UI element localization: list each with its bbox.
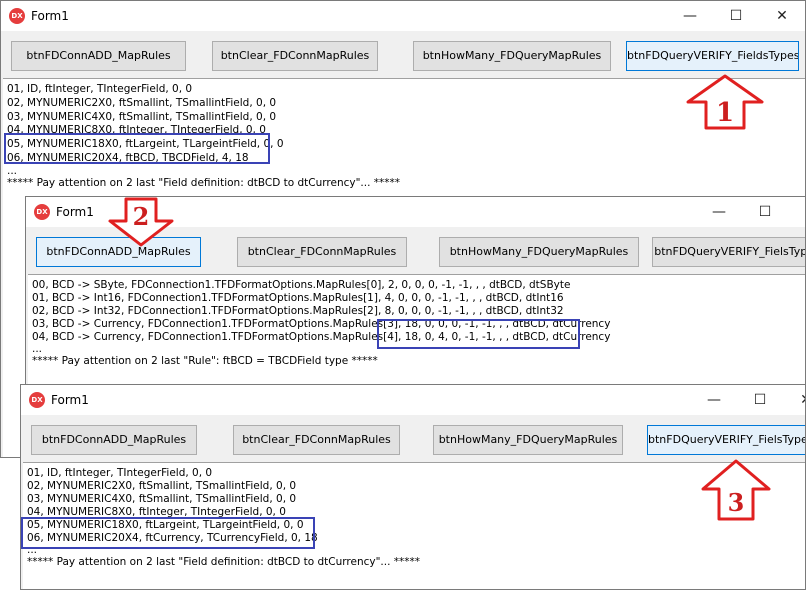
memo-line: ***** Pay attention on 2 last "Field def… xyxy=(27,556,421,568)
badge-number: 2 xyxy=(133,202,150,231)
minimize-icon[interactable]: — xyxy=(696,197,742,227)
badge-number: 1 xyxy=(716,98,734,128)
memo-line: ***** Pay attention on 2 last "Rule": ft… xyxy=(32,355,378,367)
maximize-icon[interactable]: ☐ xyxy=(737,385,783,415)
btn-clear-fdconn-maprules[interactable]: btnClear_FDConnMapRules xyxy=(237,237,407,267)
window-title: Form1 xyxy=(51,393,89,407)
btn-fdquery-verify-fielstypes[interactable]: btnFDQueryVERIFY_FielsTypes xyxy=(652,237,805,267)
memo-line: ... xyxy=(7,165,18,177)
highlight-box xyxy=(377,319,580,349)
memo-line: ... xyxy=(32,343,43,355)
highlight-box xyxy=(4,133,270,164)
title-bar: DX Form1 — ☐ ✕ xyxy=(21,385,805,415)
memo-line: ***** Pay attention on 2 last "Field def… xyxy=(7,177,401,189)
title-bar: DX Form1 — ☐ ✕ xyxy=(1,1,805,31)
badge-number: 3 xyxy=(728,488,745,517)
arrow-down-badge-2: 2 xyxy=(108,197,174,247)
window-title: Form1 xyxy=(56,205,94,219)
memo-line: 01, BCD -> Int16, FDConnection1.TFDForma… xyxy=(32,292,564,304)
btn-fdquery-verify-fielstypes[interactable]: btnFDQueryVERIFY_FielsTypes xyxy=(647,425,805,455)
memo-line: 03, MYNUMERIC4X0, ftSmallint, TSmallintF… xyxy=(7,111,277,123)
maximize-icon[interactable]: ☐ xyxy=(713,1,759,31)
highlight-box xyxy=(21,517,315,549)
memo-line: 02, MYNUMERIC2X0, ftSmallint, TSmallintF… xyxy=(7,97,277,109)
close-icon[interactable]: ✕ xyxy=(788,197,805,227)
app-icon: DX xyxy=(29,392,45,408)
memo-line: 01, ID, ftInteger, TIntegerField, 0, 0 xyxy=(7,83,193,95)
btn-howmany-fdquery-maprules[interactable]: btnHowMany_FDQueryMapRules xyxy=(413,41,611,71)
btn-clear-fdconn-maprules[interactable]: btnClear_FDConnMapRules xyxy=(212,41,378,71)
btn-howmany-fdquery-maprules[interactable]: btnHowMany_FDQueryMapRules xyxy=(439,237,639,267)
btn-clear-fdconn-maprules[interactable]: btnClear_FDConnMapRules xyxy=(233,425,400,455)
memo-line: 02, MYNUMERIC2X0, ftSmallint, TSmallintF… xyxy=(27,480,297,492)
close-icon[interactable]: ✕ xyxy=(759,1,805,31)
minimize-icon[interactable]: — xyxy=(691,385,737,415)
btn-howmany-fdquery-maprules[interactable]: btnHowMany_FDQueryMapRules xyxy=(433,425,623,455)
close-icon[interactable]: ✕ xyxy=(783,385,805,415)
memo-line: 01, ID, ftInteger, TIntegerField, 0, 0 xyxy=(27,467,213,479)
app-icon: DX xyxy=(9,8,25,24)
maximize-icon[interactable]: ☐ xyxy=(742,197,788,227)
minimize-icon[interactable]: — xyxy=(667,1,713,31)
memo-line: 00, BCD -> SByte, FDConnection1.TFDForma… xyxy=(32,279,571,291)
arrow-up-badge-1: 1 xyxy=(686,74,764,130)
btn-fdconn-add-maprules[interactable]: btnFDConnADD_MapRules xyxy=(11,41,186,71)
form1-window-3: DX Form1 — ☐ ✕ btnFDConnADD_MapRules btn… xyxy=(20,384,806,590)
memo-line: 02, BCD -> Int32, FDConnection1.TFDForma… xyxy=(32,305,564,317)
arrow-up-badge-3: 3 xyxy=(701,459,771,521)
btn-fdconn-add-maprules[interactable]: btnFDConnADD_MapRules xyxy=(31,425,197,455)
app-icon: DX xyxy=(34,204,50,220)
window-title: Form1 xyxy=(31,9,69,23)
btn-fdquery-verify-fieldstypes[interactable]: btnFDQueryVERIFY_FieldsTypes xyxy=(626,41,799,71)
memo-line: 03, MYNUMERIC4X0, ftSmallint, TSmallintF… xyxy=(27,493,297,505)
